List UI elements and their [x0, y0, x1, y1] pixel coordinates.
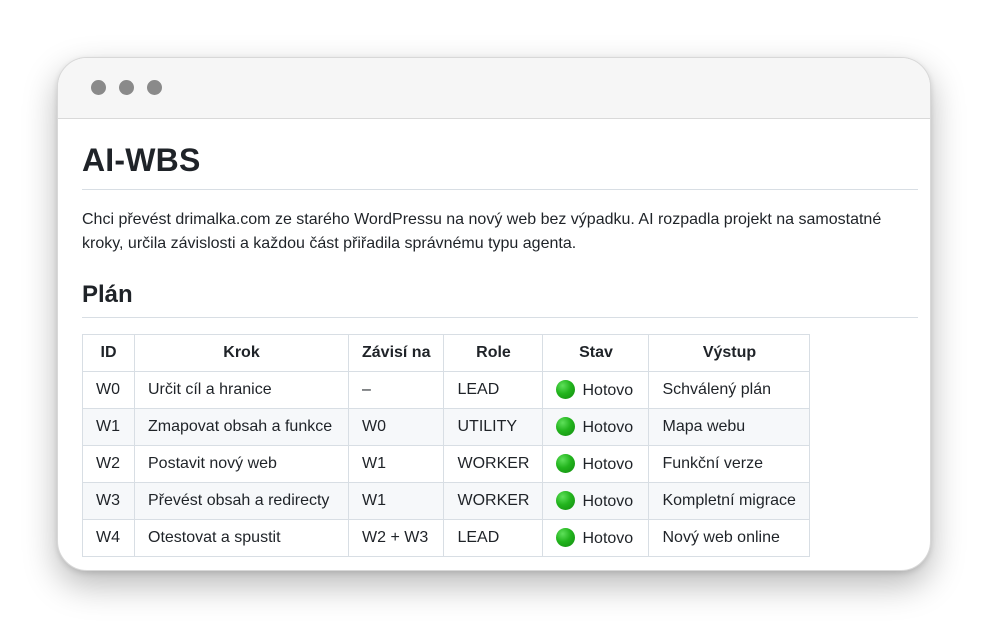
column-header-krok: Krok	[134, 334, 349, 372]
cell-depends: W1	[347, 445, 445, 483]
cell-output: Nový web online	[648, 519, 811, 557]
page-title: AI-WBS	[82, 141, 918, 190]
status-text: Hotovo	[582, 419, 634, 436]
status-text: Hotovo	[582, 530, 634, 547]
cell-id: W0	[82, 371, 135, 409]
cell-status: Hotovo	[542, 445, 650, 483]
cell-krok: Převést obsah a redirecty	[134, 482, 349, 520]
table-row: W1 Zmapovat obsah a funkce W0 UTILITY Ho…	[82, 408, 811, 446]
window-titlebar	[58, 58, 930, 119]
cell-role: LEAD	[443, 519, 544, 557]
table-row: W3 Převést obsah a redirecty W1 WORKER H…	[82, 482, 811, 520]
cell-status: Hotovo	[542, 371, 650, 409]
cell-output: Schválený plán	[648, 371, 811, 409]
cell-depends: –	[347, 371, 445, 409]
cell-krok: Otestovat a spustit	[134, 519, 349, 557]
green-circle-icon	[556, 491, 576, 510]
cell-id: W4	[82, 519, 135, 557]
cell-role: LEAD	[443, 371, 544, 409]
plan-table: ID Krok Závisí na Role Stav Výstup W0 Ur…	[82, 334, 811, 557]
cell-id: W2	[82, 445, 135, 483]
cell-status: Hotovo	[542, 482, 650, 520]
table-row: W4 Otestovat a spustit W2 + W3 LEAD Hoto…	[82, 519, 811, 557]
cell-id: W1	[82, 408, 135, 446]
status-text: Hotovo	[582, 382, 634, 399]
table-header-row: ID Krok Závisí na Role Stav Výstup	[82, 334, 811, 372]
cell-status: Hotovo	[542, 519, 650, 557]
cell-krok: Zmapovat obsah a funkce	[134, 408, 349, 446]
close-window-dot-icon[interactable]	[91, 80, 106, 95]
column-header-id: ID	[82, 334, 135, 372]
cell-role: WORKER	[443, 445, 544, 483]
column-header-status: Stav	[542, 334, 650, 372]
cell-output: Kompletní migrace	[648, 482, 811, 520]
column-header-role: Role	[443, 334, 544, 372]
status-text: Hotovo	[582, 456, 634, 473]
cell-krok: Určit cíl a hranice	[134, 371, 349, 409]
section-title-plan: Plán	[82, 280, 918, 318]
status-text: Hotovo	[582, 493, 634, 510]
green-circle-icon	[556, 454, 576, 473]
green-circle-icon	[556, 380, 576, 399]
cell-role: UTILITY	[443, 408, 544, 446]
maximize-window-dot-icon[interactable]	[147, 80, 162, 95]
green-circle-icon	[556, 417, 576, 436]
app-window: AI-WBS Chci převést drimalka.com ze star…	[57, 57, 931, 571]
cell-output: Funkční verze	[648, 445, 811, 483]
cell-depends: W1	[347, 482, 445, 520]
cell-role: WORKER	[443, 482, 544, 520]
table-row: W0 Určit cíl a hranice – LEAD Hotovo Sch…	[82, 371, 811, 409]
minimize-window-dot-icon[interactable]	[119, 80, 134, 95]
cell-depends: W0	[347, 408, 445, 446]
document-content: AI-WBS Chci převést drimalka.com ze star…	[82, 119, 918, 557]
cell-depends: W2 + W3	[347, 519, 445, 557]
cell-id: W3	[82, 482, 135, 520]
cell-krok: Postavit nový web	[134, 445, 349, 483]
intro-paragraph: Chci převést drimalka.com ze starého Wor…	[82, 211, 882, 252]
cell-output: Mapa webu	[648, 408, 811, 446]
table-row: W2 Postavit nový web W1 WORKER Hotovo Fu…	[82, 445, 811, 483]
cell-status: Hotovo	[542, 408, 650, 446]
column-header-output: Výstup	[648, 334, 811, 372]
column-header-depends: Závisí na	[347, 334, 445, 372]
green-circle-icon	[556, 528, 576, 547]
